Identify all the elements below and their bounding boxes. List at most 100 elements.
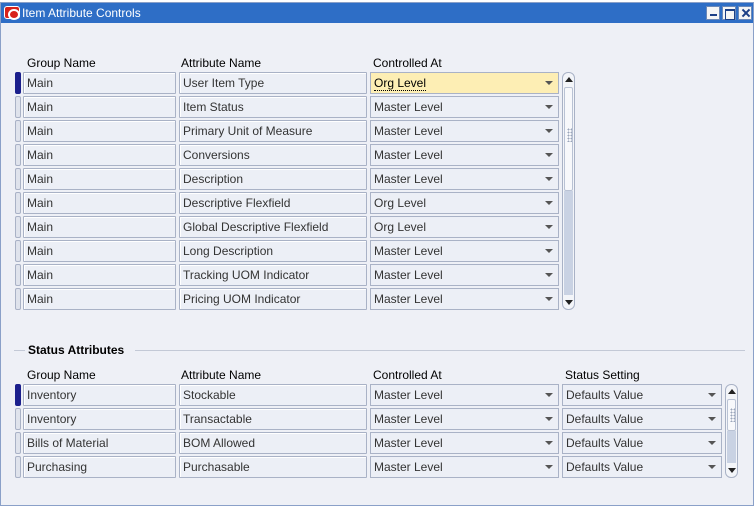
chevron-down-icon[interactable]	[545, 297, 553, 301]
group-name-field[interactable]: Main	[23, 144, 176, 166]
controlled-at-value: Master Level	[374, 436, 443, 450]
group-name-field[interactable]: Inventory	[23, 384, 176, 406]
chevron-down-icon[interactable]	[545, 465, 553, 469]
status-setting-select[interactable]: Defaults Value	[562, 456, 722, 478]
status-setting-value: Defaults Value	[566, 388, 644, 402]
row-selector[interactable]	[15, 384, 21, 406]
controlled-at-select[interactable]: Master Level	[370, 96, 559, 118]
scrollbar-track[interactable]	[564, 191, 573, 295]
attribute-name-field[interactable]: BOM Allowed	[179, 432, 367, 454]
chevron-down-icon[interactable]	[545, 273, 553, 277]
chevron-down-icon[interactable]	[545, 249, 553, 253]
controlled-at-value: Master Level	[374, 244, 443, 258]
row-selector[interactable]	[15, 168, 21, 190]
chevron-down-icon[interactable]	[708, 393, 716, 397]
chevron-down-icon[interactable]	[708, 465, 716, 469]
row-selector[interactable]	[15, 216, 21, 238]
attribute-name-field[interactable]: Conversions	[179, 144, 367, 166]
status-header-group-name: Group Name	[27, 368, 96, 382]
main-table-scrollbar[interactable]	[562, 72, 575, 310]
group-name-field[interactable]: Main	[23, 120, 176, 142]
group-name-field[interactable]: Purchasing	[23, 456, 176, 478]
attribute-name-field[interactable]: Primary Unit of Measure	[179, 120, 367, 142]
group-name-field[interactable]: Main	[23, 96, 176, 118]
oracle-logo-icon	[4, 6, 20, 20]
controlled-at-select[interactable]: Org Level	[370, 216, 559, 238]
attribute-name-field[interactable]: Tracking UOM Indicator	[179, 264, 367, 286]
row-selector[interactable]	[15, 72, 21, 94]
controlled-at-select[interactable]: Master Level	[370, 120, 559, 142]
chevron-down-icon[interactable]	[545, 441, 553, 445]
row-selector[interactable]	[15, 192, 21, 214]
minimize-button[interactable]	[706, 6, 720, 20]
group-name-field[interactable]: Main	[23, 168, 176, 190]
row-selector[interactable]	[15, 456, 21, 478]
chevron-down-icon[interactable]	[708, 417, 716, 421]
controlled-at-select[interactable]: Master Level	[370, 456, 559, 478]
status-setting-select[interactable]: Defaults Value	[562, 408, 722, 430]
controlled-at-select[interactable]: Org Level	[370, 72, 559, 94]
attribute-name-field[interactable]: User Item Type	[179, 72, 367, 94]
maximize-button[interactable]	[722, 6, 736, 20]
row-selector[interactable]	[15, 432, 21, 454]
row-selector[interactable]	[15, 288, 21, 310]
controlled-at-select[interactable]: Master Level	[370, 264, 559, 286]
controlled-at-select[interactable]: Master Level	[370, 384, 559, 406]
chevron-down-icon[interactable]	[545, 105, 553, 109]
group-name-field[interactable]: Main	[23, 216, 176, 238]
attribute-name-field[interactable]: Transactable	[179, 408, 367, 430]
chevron-down-icon[interactable]	[545, 393, 553, 397]
scroll-up-icon[interactable]	[728, 389, 736, 394]
status-table-scrollbar[interactable]	[725, 384, 738, 478]
scrollbar-thumb[interactable]	[727, 399, 736, 431]
status-setting-select[interactable]: Defaults Value	[562, 432, 722, 454]
row-selector[interactable]	[15, 120, 21, 142]
row-selector[interactable]	[15, 144, 21, 166]
chevron-down-icon[interactable]	[545, 81, 553, 85]
attribute-name-field[interactable]: Pricing UOM Indicator	[179, 288, 367, 310]
group-name-field[interactable]: Main	[23, 288, 176, 310]
controlled-at-select[interactable]: Master Level	[370, 408, 559, 430]
group-name-field[interactable]: Inventory	[23, 408, 176, 430]
title-bar[interactable]: Item Attribute Controls	[1, 3, 753, 23]
chevron-down-icon[interactable]	[545, 153, 553, 157]
chevron-down-icon[interactable]	[545, 129, 553, 133]
attribute-name-field[interactable]: Long Description	[179, 240, 367, 262]
group-name-field[interactable]: Bills of Material	[23, 432, 176, 454]
chevron-down-icon[interactable]	[545, 225, 553, 229]
chevron-down-icon[interactable]	[545, 201, 553, 205]
controlled-at-value: Master Level	[374, 388, 443, 402]
close-button[interactable]	[738, 6, 752, 20]
controlled-at-select[interactable]: Master Level	[370, 432, 559, 454]
controlled-at-select[interactable]: Master Level	[370, 240, 559, 262]
scroll-down-icon[interactable]	[565, 300, 573, 305]
group-name-field[interactable]: Main	[23, 72, 176, 94]
controlled-at-select[interactable]: Org Level	[370, 192, 559, 214]
scroll-up-icon[interactable]	[565, 77, 573, 82]
status-setting-select[interactable]: Defaults Value	[562, 384, 722, 406]
attribute-name-field[interactable]: Descriptive Flexfield	[179, 192, 367, 214]
row-selector[interactable]	[15, 408, 21, 430]
chevron-down-icon[interactable]	[708, 441, 716, 445]
attribute-name-field[interactable]: Item Status	[179, 96, 367, 118]
grip-icon	[730, 408, 735, 422]
controlled-at-select[interactable]: Master Level	[370, 168, 559, 190]
row-selector[interactable]	[15, 96, 21, 118]
chevron-down-icon[interactable]	[545, 177, 553, 181]
chevron-down-icon[interactable]	[545, 417, 553, 421]
group-name-field[interactable]: Main	[23, 240, 176, 262]
attribute-name-field[interactable]: Global Descriptive Flexfield	[179, 216, 367, 238]
attribute-name-field[interactable]: Stockable	[179, 384, 367, 406]
group-name-field[interactable]: Main	[23, 192, 176, 214]
group-name-field[interactable]: Main	[23, 264, 176, 286]
attribute-name-field[interactable]: Purchasable	[179, 456, 367, 478]
controlled-at-select[interactable]: Master Level	[370, 144, 559, 166]
row-selector[interactable]	[15, 264, 21, 286]
scrollbar-track[interactable]	[727, 431, 736, 463]
controlled-at-select[interactable]: Master Level	[370, 288, 559, 310]
attribute-name-field[interactable]: Description	[179, 168, 367, 190]
row-selector[interactable]	[15, 240, 21, 262]
scroll-down-icon[interactable]	[728, 468, 736, 473]
section-divider	[135, 350, 745, 351]
scrollbar-thumb[interactable]	[564, 87, 573, 191]
